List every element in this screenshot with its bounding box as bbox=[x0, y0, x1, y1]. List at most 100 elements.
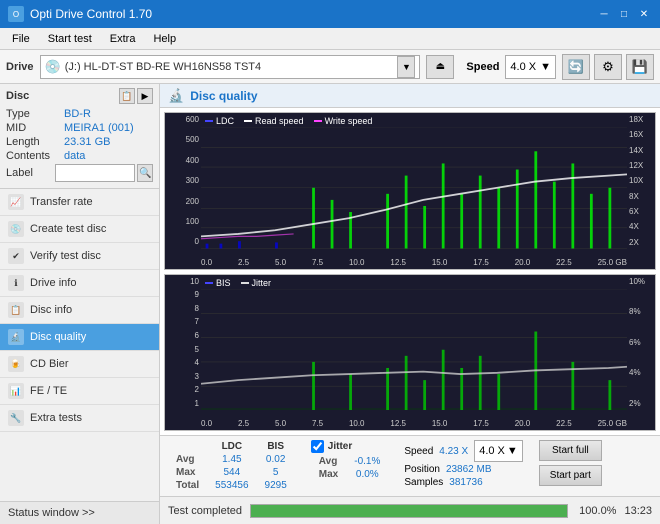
bis-chart: BIS Jitter 10987654321 10%8%6%4%2% bbox=[164, 274, 656, 432]
stats-area: LDC BIS Avg 1.45 0.02 Max 544 5 bbox=[160, 435, 660, 496]
sidebar-item-label: CD Bier bbox=[30, 358, 69, 370]
disc-mid-label: MID bbox=[6, 122, 64, 134]
extra-tests-icon: 🔧 bbox=[8, 410, 24, 426]
fe-te-icon: 📊 bbox=[8, 383, 24, 399]
menu-help[interactable]: Help bbox=[145, 31, 184, 47]
jitter-avg-label: Avg bbox=[311, 455, 346, 468]
toolbar-icons: 🔄 ⚙ 💾 bbox=[562, 54, 654, 80]
drive-disc-icon: 💿 bbox=[45, 59, 61, 75]
stats-row-avg: Avg 1.45 0.02 bbox=[168, 453, 295, 466]
sidebar-item-label: Verify test disc bbox=[30, 250, 101, 262]
disc-length-value: 23.31 GB bbox=[64, 136, 153, 148]
samples-value: 381736 bbox=[449, 477, 482, 488]
drive-label: Drive bbox=[6, 61, 34, 73]
chart1-x-axis: 0.02.55.07.510.012.515.017.520.022.525.0… bbox=[201, 258, 627, 267]
cd-bier-icon: 🍺 bbox=[8, 356, 24, 372]
sidebar-item-label: Disc info bbox=[30, 304, 72, 316]
drive-info-icon: ℹ bbox=[8, 275, 24, 291]
sidebar-item-disc-info[interactable]: 📋 Disc info bbox=[0, 297, 159, 324]
drive-dropdown-button[interactable]: ▼ bbox=[397, 56, 415, 78]
chart1-y-axis-left: 6005004003002001000 bbox=[165, 113, 201, 249]
chart2-y-axis-left: 10987654321 bbox=[165, 275, 201, 411]
disc-type-label: Type bbox=[6, 108, 64, 120]
stats-row-max: Max 544 5 bbox=[168, 466, 295, 479]
maximize-button[interactable]: □ bbox=[616, 6, 632, 22]
sidebar-item-disc-quality[interactable]: 🔬 Disc quality bbox=[0, 324, 159, 351]
disc-contents-label: Contents bbox=[6, 150, 64, 162]
stats-max-bis: 5 bbox=[257, 466, 295, 479]
disc-type-value: BD-R bbox=[64, 108, 153, 120]
progress-bar bbox=[250, 504, 568, 518]
speed-info-label: Speed bbox=[404, 446, 433, 457]
sidebar-item-fe-te[interactable]: 📊 FE / TE bbox=[0, 378, 159, 405]
close-button[interactable]: ✕ bbox=[636, 6, 652, 22]
save-button[interactable]: 💾 bbox=[626, 54, 654, 80]
stats-total-bis: 9295 bbox=[257, 479, 295, 492]
legend-ldc: LDC bbox=[216, 116, 234, 126]
menu-start-test[interactable]: Start test bbox=[40, 31, 100, 47]
speed-info-select[interactable]: 4.0 X ▼ bbox=[474, 440, 523, 462]
disc-icon-btn-2[interactable]: ▶ bbox=[137, 88, 153, 104]
sidebar-item-extra-tests[interactable]: 🔧 Extra tests bbox=[0, 405, 159, 432]
jitter-label: Jitter bbox=[328, 441, 352, 452]
speed-dropdown-arrow: ▼ bbox=[540, 61, 551, 73]
drive-toolbar: Drive 💿 (J:) HL-DT-ST BD-RE WH16NS58 TST… bbox=[0, 50, 660, 84]
sidebar-item-create-test-disc[interactable]: 💿 Create test disc bbox=[0, 216, 159, 243]
window-controls: ─ □ ✕ bbox=[596, 6, 652, 22]
stats-header-bis: BIS bbox=[257, 440, 295, 453]
start-full-button[interactable]: Start full bbox=[539, 440, 602, 461]
refresh-button[interactable]: 🔄 bbox=[562, 54, 590, 80]
drive-select-wrapper: 💿 (J:) HL-DT-ST BD-RE WH16NS58 TST4 ▼ bbox=[40, 55, 421, 79]
main-layout: Disc 📋 ▶ Type BD-R MID MEIRA1 (001) Leng… bbox=[0, 84, 660, 524]
sidebar-item-cd-bier[interactable]: 🍺 CD Bier bbox=[0, 351, 159, 378]
stats-max-ldc: 544 bbox=[207, 466, 256, 479]
jitter-max-label: Max bbox=[311, 468, 346, 481]
stats-header-ldc: LDC bbox=[207, 440, 256, 453]
disc-label-button[interactable]: 🔍 bbox=[137, 164, 153, 182]
speed-label: Speed bbox=[466, 61, 499, 73]
progress-area: Test completed 100.0% 13:23 bbox=[160, 496, 660, 524]
stats-table: LDC BIS Avg 1.45 0.02 Max 544 5 bbox=[168, 440, 295, 492]
status-window-button[interactable]: Status window >> bbox=[0, 501, 159, 524]
chart1-plot bbox=[201, 127, 627, 249]
chart2-x-axis: 0.02.55.07.510.012.515.017.520.022.525.0… bbox=[201, 419, 627, 428]
menu-extra[interactable]: Extra bbox=[102, 31, 144, 47]
chart2-legend: BIS Jitter bbox=[205, 278, 271, 288]
minimize-button[interactable]: ─ bbox=[596, 6, 612, 22]
chart2-plot bbox=[201, 289, 627, 411]
disc-panel: Disc 📋 ▶ Type BD-R MID MEIRA1 (001) Leng… bbox=[0, 84, 159, 189]
chart2-y-axis-right: 10%8%6%4%2% bbox=[627, 275, 655, 411]
disc-quality-header-title: Disc quality bbox=[190, 89, 257, 103]
sidebar-item-verify-test-disc[interactable]: ✔ Verify test disc bbox=[0, 243, 159, 270]
position-value: 23862 MB bbox=[446, 464, 492, 475]
speed-select[interactable]: 4.0 X ▼ bbox=[505, 55, 556, 79]
sidebar-item-label: Drive info bbox=[30, 277, 76, 289]
start-part-button[interactable]: Start part bbox=[539, 465, 602, 486]
disc-panel-title: Disc bbox=[6, 90, 29, 102]
progress-label: Test completed bbox=[168, 505, 242, 517]
disc-label-input[interactable] bbox=[55, 164, 135, 182]
disc-contents-value: data bbox=[64, 150, 153, 162]
status-window-label: Status window >> bbox=[8, 507, 95, 519]
progress-time: 13:23 bbox=[624, 505, 652, 517]
drive-select-text: (J:) HL-DT-ST BD-RE WH16NS58 TST4 bbox=[65, 61, 394, 73]
disc-quality-header: 🔬 Disc quality bbox=[160, 84, 660, 108]
app-icon: O bbox=[8, 6, 24, 22]
menu-file[interactable]: File bbox=[4, 31, 38, 47]
chart1-svg bbox=[201, 127, 627, 249]
transfer-rate-icon: 📈 bbox=[8, 194, 24, 210]
speed-select-val: 4.0 X bbox=[479, 445, 505, 457]
legend-bis: BIS bbox=[216, 278, 231, 288]
position-label: Position bbox=[404, 464, 440, 475]
jitter-checkbox[interactable] bbox=[311, 440, 324, 453]
sidebar-item-transfer-rate[interactable]: 📈 Transfer rate bbox=[0, 189, 159, 216]
sidebar-item-drive-info[interactable]: ℹ Drive info bbox=[0, 270, 159, 297]
disc-icon-btn-1[interactable]: 📋 bbox=[119, 88, 135, 104]
settings-button[interactable]: ⚙ bbox=[594, 54, 622, 80]
speed-info: Speed 4.23 X 4.0 X ▼ Position 23862 MB S… bbox=[404, 440, 522, 490]
disc-label-label: Label bbox=[6, 167, 55, 179]
progress-bar-fill bbox=[251, 505, 567, 517]
disc-info-icon: 📋 bbox=[8, 302, 24, 318]
sidebar: Disc 📋 ▶ Type BD-R MID MEIRA1 (001) Leng… bbox=[0, 84, 160, 524]
eject-button[interactable]: ⏏ bbox=[426, 55, 454, 79]
